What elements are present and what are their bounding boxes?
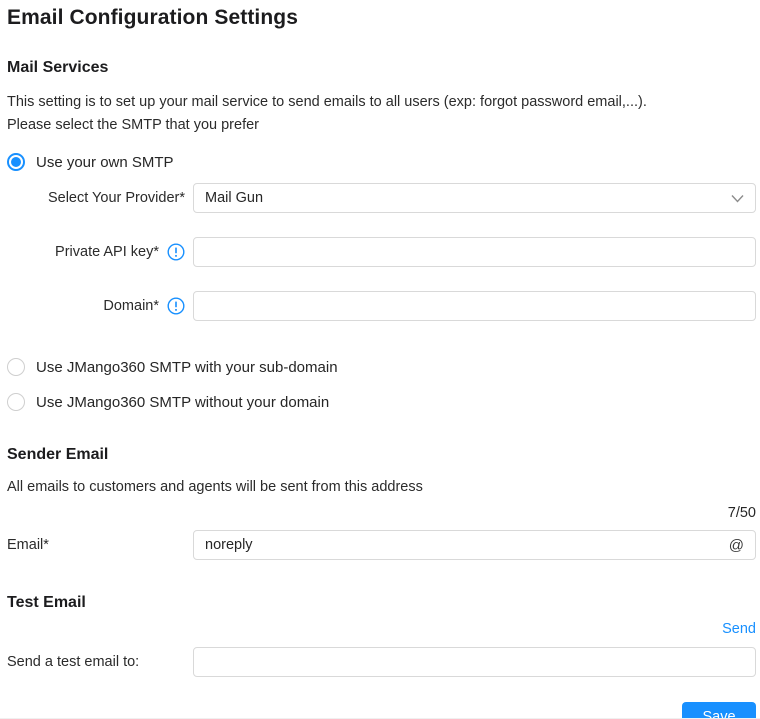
test-email-form-row: Send a test email to: <box>7 647 756 677</box>
provider-form-row: Select Your Provider* Mail Gun <box>7 183 756 213</box>
char-counter: 7/50 <box>727 505 756 521</box>
radio-button-unselected[interactable] <box>7 393 25 411</box>
email-configuration-settings-page: Email Configuration Settings Mail Servic… <box>0 0 760 719</box>
chevron-down-icon <box>731 194 744 203</box>
provider-select[interactable]: Mail Gun <box>193 183 756 213</box>
send-link[interactable]: Send <box>722 621 756 637</box>
email-input-wrapper: @ <box>193 530 756 560</box>
at-symbol-suffix: @ <box>728 536 744 554</box>
email-form-row: Email* @ <box>7 530 756 560</box>
send-row: Send <box>7 620 756 637</box>
domain-input[interactable] <box>205 292 744 320</box>
page-title: Email Configuration Settings <box>7 6 298 29</box>
api-key-input[interactable] <box>205 238 744 266</box>
info-icon[interactable] <box>167 297 185 315</box>
radio-button-selected[interactable] <box>7 153 25 171</box>
radio-option-own-smtp[interactable]: Use your own SMTP <box>7 152 756 172</box>
domain-label: Domain* <box>103 298 159 314</box>
save-button[interactable]: Save <box>682 702 756 718</box>
save-row: Save <box>7 702 756 718</box>
mail-services-description: This setting is to set up your mail serv… <box>7 91 756 137</box>
test-email-label: Send a test email to: <box>7 654 140 670</box>
radio-option-jmango-subdomain[interactable]: Use JMango360 SMTP with your sub-domain <box>7 357 756 377</box>
description-line-1: This setting is to set up your mail serv… <box>7 94 647 110</box>
api-key-input-wrapper <box>193 237 756 267</box>
radio-label-jmango-no-domain: Use JMango360 SMTP without your domain <box>36 393 330 411</box>
api-key-label-col: Private API key* <box>7 243 193 261</box>
info-icon[interactable] <box>167 243 185 261</box>
radio-label-jmango-subdomain: Use JMango360 SMTP with your sub-domain <box>36 358 338 376</box>
sender-email-description: All emails to customers and agents will … <box>7 479 423 495</box>
test-email-input-wrapper <box>193 647 756 677</box>
domain-label-col: Domain* <box>7 297 193 315</box>
api-key-form-row: Private API key* <box>7 237 756 267</box>
description-line-2: Please select the SMTP that you prefer <box>7 117 260 133</box>
email-label: Email* <box>7 537 49 553</box>
provider-label: Select Your Provider* <box>47 190 185 206</box>
sender-email-heading: Sender Email <box>7 446 109 463</box>
email-input[interactable] <box>205 531 721 559</box>
radio-button-unselected[interactable] <box>7 358 25 376</box>
test-email-input[interactable] <box>205 648 744 676</box>
mail-services-heading: Mail Services <box>7 59 109 76</box>
radio-option-jmango-no-domain[interactable]: Use JMango360 SMTP without your domain <box>7 392 756 412</box>
provider-selected-value: Mail Gun <box>205 190 264 206</box>
domain-input-wrapper <box>193 291 756 321</box>
api-key-label: Private API key* <box>55 244 159 260</box>
radio-label-own-smtp: Use your own SMTP <box>36 153 174 171</box>
domain-form-row: Domain* <box>7 291 756 321</box>
test-email-heading: Test Email <box>7 594 86 611</box>
